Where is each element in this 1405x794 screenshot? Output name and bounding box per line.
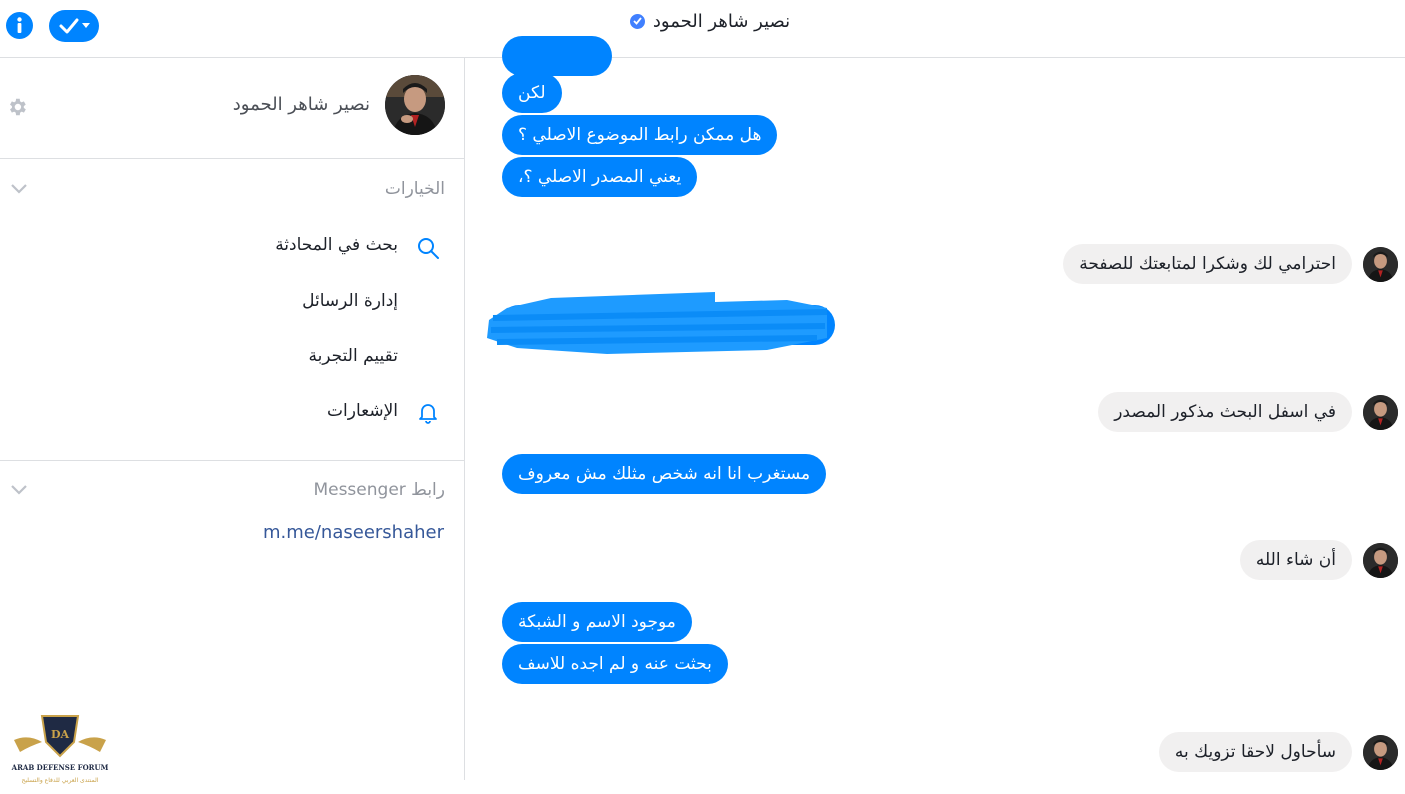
messenger-link-heading: رابط Messenger (313, 480, 445, 500)
avatar (1363, 543, 1398, 578)
avatar[interactable] (385, 75, 445, 135)
redacted-message (487, 292, 835, 354)
svg-text:المنتدى العربي للدفاع والتسليح: المنتدى العربي للدفاع والتسليح (22, 777, 99, 784)
message-bubble[interactable]: يعني المصدر الاصلي ؟، (502, 157, 698, 197)
message-bubble-partial[interactable] (502, 36, 612, 76)
avatar (1363, 247, 1398, 282)
info-icon[interactable] (6, 12, 33, 39)
details-panel: نصير شاهر الحمود الخيارات بحث في المحادث… (0, 58, 465, 780)
message-bubble[interactable]: أن شاء الله (1239, 540, 1352, 580)
conversation-header: نصير شاهر الحمود (0, 0, 1405, 58)
chevron-down-icon (82, 23, 90, 28)
rate-experience[interactable]: تقييم التجربة (308, 346, 398, 366)
message-bubble[interactable]: سأحاول لاحقا تزويك به (1158, 732, 1352, 772)
options-heading: الخيارات (384, 179, 445, 199)
gear-icon[interactable] (6, 96, 28, 118)
messenger-link[interactable]: m.me/naseershaher (263, 522, 444, 543)
forum-logo: DA ARAB DEFENSE FORUM المنتدى العربي للد… (8, 712, 112, 790)
message-bubble[interactable]: لكن (502, 73, 562, 113)
notifications[interactable]: الإشعارات (327, 401, 398, 421)
conversation-title: نصير شاهر الحمود (560, 8, 860, 34)
manage-messages[interactable]: إدارة الرسائل (302, 291, 398, 311)
avatar (1363, 735, 1398, 770)
message-bubble[interactable]: مستغرب انا انه شخص مثلك مش معروف (502, 454, 827, 494)
svg-text:ARAB DEFENSE FORUM: ARAB DEFENSE FORUM (11, 763, 109, 772)
message-bubble[interactable]: هل ممكن رابط الموضوع الاصلي ؟ (502, 115, 778, 155)
message-bubble[interactable]: موجود الاسم و الشبكة (502, 602, 692, 642)
profile-section: نصير شاهر الحمود (0, 58, 464, 159)
verified-badge-icon (629, 13, 645, 29)
search-in-conversation[interactable]: بحث في المحادثة (275, 235, 398, 255)
message-bubble[interactable]: بحثت عنه و لم اجده للاسف (502, 644, 728, 684)
chevron-down-icon (11, 184, 27, 194)
message-thread[interactable]: لكن هل ممكن رابط الموضوع الاصلي ؟ يعني ا… (465, 36, 1405, 790)
check-icon (59, 18, 79, 34)
divider (0, 460, 464, 461)
search-icon[interactable] (416, 236, 440, 260)
svg-text:DA: DA (51, 728, 70, 741)
avatar (1363, 395, 1398, 430)
message-bubble[interactable]: في اسفل البحث مذكور المصدر (1098, 392, 1352, 432)
profile-name[interactable]: نصير شاهر الحمود (233, 94, 370, 115)
messenger-link-section-header[interactable]: رابط Messenger (0, 476, 464, 506)
page-title: نصير شاهر الحمود (652, 10, 791, 32)
chevron-down-icon (11, 485, 27, 495)
bell-icon[interactable] (416, 400, 440, 424)
message-bubble[interactable]: احترامي لك وشكرا لمتابعتك للصفحة (1063, 244, 1352, 284)
options-section-header[interactable]: الخيارات (0, 175, 464, 205)
check-dropdown-button[interactable] (49, 10, 99, 42)
